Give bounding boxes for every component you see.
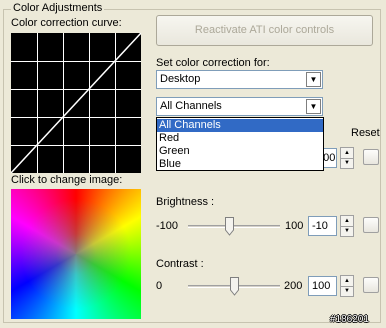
- image-label: Click to change image:: [11, 174, 123, 186]
- brightness-max: 100: [285, 220, 304, 232]
- contrast-slider-thumb[interactable]: [230, 277, 239, 296]
- reactivate-ati-color-controls-button[interactable]: Reactivate ATI color controls: [156, 15, 373, 46]
- contrast-reset-button[interactable]: [363, 277, 379, 293]
- spin-down-icon[interactable]: ▼: [341, 226, 353, 236]
- curve-grid: [11, 33, 141, 173]
- gamma-spinner[interactable]: ▲ ▼: [340, 147, 354, 169]
- color-correction-curve[interactable]: [11, 33, 141, 173]
- contrast-spinner[interactable]: ▲ ▼: [340, 275, 354, 297]
- brightness-slider-track[interactable]: [188, 225, 280, 228]
- channel-select[interactable]: All Channels ▼: [156, 97, 323, 116]
- target-select-value: Desktop: [160, 73, 201, 85]
- contrast-max: 200: [284, 280, 303, 292]
- brightness-reset-button[interactable]: [363, 217, 379, 233]
- brightness-min: -100: [156, 220, 179, 232]
- curve-line: [11, 33, 141, 173]
- option-red[interactable]: Red: [157, 132, 323, 145]
- brightness-slider-thumb[interactable]: [225, 217, 234, 236]
- set-color-correction-label: Set color correction for:: [156, 57, 270, 69]
- spin-down-icon[interactable]: ▼: [341, 286, 353, 296]
- chevron-down-icon[interactable]: ▼: [306, 72, 321, 87]
- brightness-field[interactable]: -10: [308, 216, 337, 236]
- brightness-label: Brightness :: [156, 196, 215, 208]
- target-select[interactable]: Desktop ▼: [156, 70, 323, 89]
- gamma-reset-button[interactable]: [363, 149, 379, 165]
- brightness-value: -10: [312, 220, 328, 232]
- contrast-field[interactable]: 100: [308, 276, 337, 296]
- curve-label: Color correction curve:: [11, 17, 122, 29]
- option-all-channels[interactable]: All Channels: [157, 119, 323, 132]
- channel-dropdown-list[interactable]: All Channels Red Green Blue: [156, 117, 324, 171]
- spin-down-icon[interactable]: ▼: [341, 158, 353, 168]
- option-blue[interactable]: Blue: [157, 158, 323, 171]
- contrast-label: Contrast :: [156, 258, 204, 270]
- channel-select-value: All Channels: [160, 100, 222, 112]
- image-id-watermark: #186201: [330, 314, 369, 325]
- reset-label: Reset: [351, 127, 380, 139]
- brightness-spinner[interactable]: ▲ ▼: [340, 215, 354, 237]
- option-green[interactable]: Green: [157, 145, 323, 158]
- color-test-image[interactable]: [11, 189, 141, 319]
- group-title: Color Adjustments: [11, 2, 105, 15]
- chevron-down-icon[interactable]: ▼: [306, 99, 321, 114]
- contrast-value: 100: [312, 280, 331, 292]
- contrast-min: 0: [156, 280, 163, 292]
